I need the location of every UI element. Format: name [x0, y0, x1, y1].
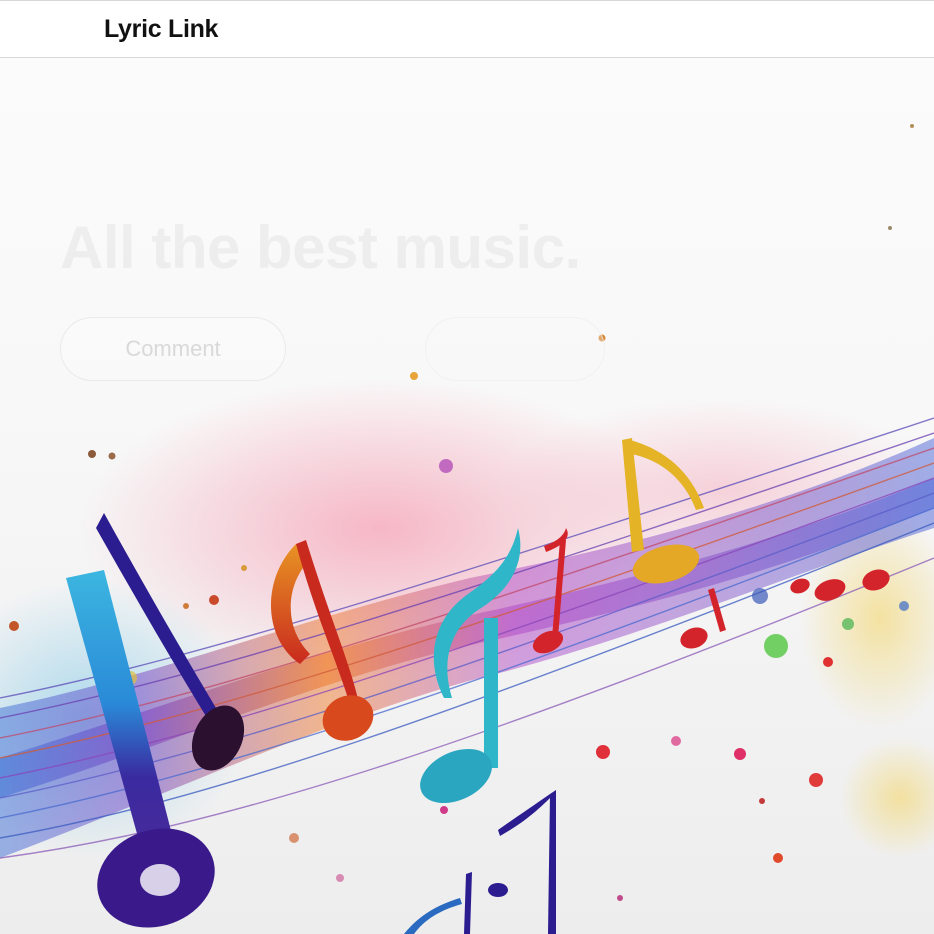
hero-section: All the best music. Comment: [0, 58, 934, 934]
music-notes-illustration: [0, 124, 934, 934]
secondary-button[interactable]: [425, 317, 605, 381]
navbar: Lyric Link: [0, 0, 934, 58]
comment-button[interactable]: Comment: [60, 317, 286, 381]
hero-title: All the best music.: [60, 214, 581, 281]
brand-logo[interactable]: Lyric Link: [104, 15, 218, 44]
